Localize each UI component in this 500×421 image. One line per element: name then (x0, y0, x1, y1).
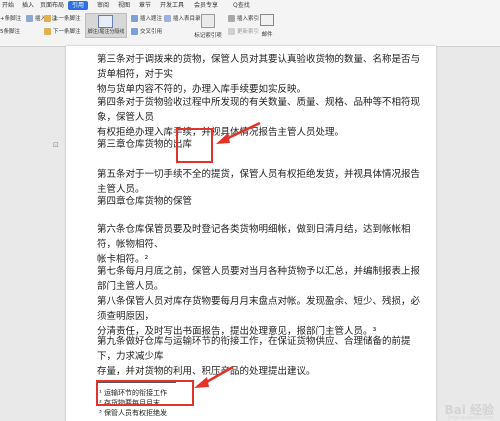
mark-index-entry-label: 标记索引项 (194, 33, 222, 39)
search-button[interactable]: Q查找 (233, 1, 250, 10)
text-line: 存量，并对货物的利用、积压产品的处理提出建议。 (97, 366, 316, 377)
paragraph-article-6: 第六条仓库保管员要及时登记各类货物明细帐，做到日清月结，达到帐帐相符，帐物相符、… (97, 222, 427, 267)
paragraph-article-5: 第五条对于一切手续不全的提货，保管人员有权拒绝发货，并视具体情况报告主管人员。 (97, 167, 427, 197)
mark-index-icon (201, 14, 215, 28)
watermark-url: jingyan.baidu.com (447, 415, 494, 421)
footnote-3: ³ 保管人员有权拒绝发 (99, 409, 168, 417)
chapter-4-heading: 第四章仓库货物的保管 (97, 194, 427, 209)
ribbon-tabs: 开始 插入 页面布局 引用 审阅 视图 章节 开发工具 会员专享 Q查找 (0, 0, 500, 11)
text-line: 第五条对于一切手续不全的提货，保管人员有权拒绝发货，并视具体情况报告主管人员。 (97, 169, 421, 195)
highlight-box-footnote (96, 380, 194, 406)
next-footnote-button[interactable]: 下一条脚注 (44, 28, 81, 36)
paragraph-article-9: 第九条做好仓库与运输环节的衔接工作，在保证货物供应、合理储备的前提下，力求减少库… (97, 334, 427, 379)
text-line: 第三章仓库货物的出库 (97, 139, 193, 150)
tab-developer[interactable]: 开发工具 (160, 1, 184, 10)
insert-footnote-button-b[interactable]: 5条脚注 (0, 28, 20, 36)
prev-footnote-label: 上一条脚注 (53, 16, 81, 22)
text-line: 第六条仓库保管员要及时登记各类货物明细帐，做到日清月结，达到帐帐相符，帐物相符、 (97, 224, 411, 250)
insert-caption-button[interactable]: 插入题注 (131, 15, 162, 23)
tab-member[interactable]: 会员专享 (194, 1, 218, 10)
paragraph-article-7: 第七条每月月底之前，保管人员要对当月各种货物予以汇总，并编制报表上报部门主管人员… (97, 264, 427, 294)
tab-home[interactable]: 开始 (2, 1, 14, 10)
ribbon-toolbar: 开始 插入 页面布局 引用 审阅 视图 章节 开发工具 会员专享 Q查找 +条脚… (0, 0, 500, 47)
paragraph-article-8: 第八条保管人员对库存货物要每月月末盘点对帐。发现盈余、短少、残损，必须查明原因，… (97, 294, 427, 339)
paragraph-article-3: 第三条对于调拨来的货物，保管人员对其要认真验收货物的数量、名称是否与货单相符，对… (97, 52, 427, 97)
paragraph-marker-icon: ⊡ (53, 141, 59, 149)
text-line: 第七条每月月底之前，保管人员要对当月各种货物予以汇总，并编制报表上报部门主管人员… (97, 266, 421, 292)
next-footnote-label: 下一条脚注 (53, 29, 81, 35)
pointer-arrow-icon (216, 121, 261, 144)
cross-reference-icon (131, 28, 138, 35)
mail-label: 邮件 (261, 32, 273, 38)
text-line: 第九条做好仓库与运输环节的衔接工作，在保证货物供应、合理储备的前提下，力求减少库 (97, 336, 411, 362)
tab-page-layout[interactable]: 页面布局 (40, 1, 64, 10)
tab-insert[interactable]: 插入 (22, 1, 34, 10)
mail-button[interactable]: 邮件 (256, 14, 278, 38)
insert-caption-label: 插入题注 (140, 16, 163, 22)
tab-review[interactable]: 审阅 (97, 1, 109, 10)
paragraph-article-4: 第四条对于货物验收过程中所发现的有关数量、质量、规格、品种等不相符现象，保管人员… (97, 95, 427, 140)
index-icon (228, 15, 235, 22)
text-line: 第八条保管人员对库存货物要每月月末盘点对帐。发现盈余、短少、残损，必须查明原因， (97, 296, 421, 322)
table-of-figures-icon (164, 15, 171, 22)
refresh-icon (228, 28, 235, 35)
update-index-button[interactable]: 更新索引 (228, 28, 259, 36)
endnote-icon (26, 15, 33, 22)
separator-icon (98, 15, 113, 28)
cross-reference-label: 交叉引用 (140, 29, 163, 35)
down-arrow-icon (44, 28, 51, 35)
tab-sections[interactable]: 章节 (139, 1, 151, 10)
chapter-3-heading: 第三章仓库货物的出库 (97, 137, 427, 152)
text-line: 第四条对于货物验收过程中所发现的有关数量、质量、规格、品种等不相符现象，保管人员 (97, 97, 421, 123)
tab-view[interactable]: 视图 (118, 1, 130, 10)
highlight-box-heading (176, 128, 213, 163)
cross-reference-button[interactable]: 交叉引用 (131, 28, 162, 36)
prev-footnote-button[interactable]: 上一条脚注 (44, 15, 81, 23)
footnote-separator-label: 脚注/尾注分隔线 (87, 29, 125, 35)
mark-index-entry-button[interactable]: 标记索引项 (190, 14, 226, 39)
tab-references[interactable]: 引用 (68, 1, 89, 10)
mail-icon (260, 14, 274, 26)
caption-icon (131, 15, 138, 22)
insert-index-button[interactable]: 插入索引 (228, 15, 259, 23)
insert-footnote-button-a[interactable]: +条脚注 (0, 15, 21, 23)
up-arrow-icon (44, 15, 51, 22)
text-line: 第三条对于调拨来的货物，保管人员对其要认真验收货物的数量、名称是否与货单相符，对… (97, 54, 421, 80)
text-line: 第四章仓库货物的保管 (97, 196, 193, 207)
pointer-arrow-icon (194, 365, 234, 388)
